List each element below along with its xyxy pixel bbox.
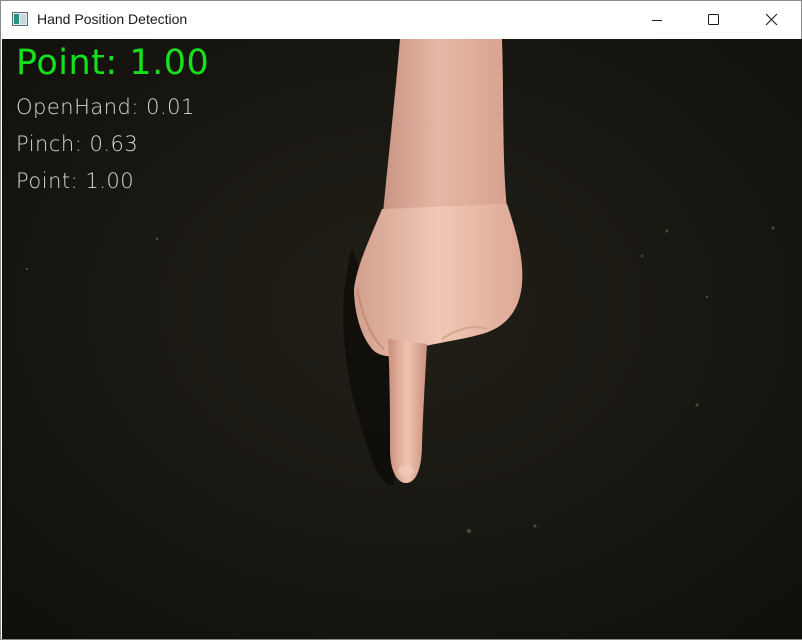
camera-feed: Point: 1.00 OpenHand: 0.01 Pinch: 0.63 P… xyxy=(2,39,802,639)
score-point: Point: 1.00 xyxy=(16,169,135,193)
app-window-icon xyxy=(12,12,28,26)
minimize-icon xyxy=(652,20,662,21)
window-title: Hand Position Detection xyxy=(37,11,188,27)
camera-scene xyxy=(2,39,802,639)
maximize-button[interactable] xyxy=(690,1,736,39)
app-window: Hand Position Detection Point: 1.00 Open… xyxy=(0,0,802,640)
forearm xyxy=(382,39,507,224)
title-bar[interactable]: Hand Position Detection xyxy=(1,1,801,39)
detected-gesture-label: Point: 1.00 xyxy=(16,43,210,83)
minimize-button[interactable] xyxy=(634,1,680,39)
score-openhand: OpenHand: 0.01 xyxy=(16,95,195,119)
score-pinch: Pinch: 0.63 xyxy=(16,132,139,156)
maximize-icon xyxy=(708,14,719,25)
close-button[interactable] xyxy=(748,1,794,39)
close-icon xyxy=(765,13,778,26)
